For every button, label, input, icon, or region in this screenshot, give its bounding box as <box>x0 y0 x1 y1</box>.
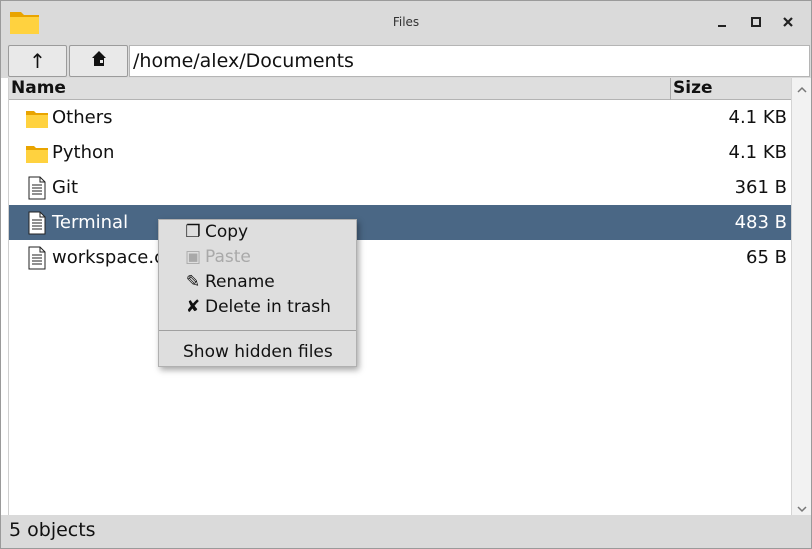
menu-item-label: Rename <box>205 272 275 292</box>
window-title: Files <box>392 15 420 29</box>
menu-item-rename[interactable]: ✎ Rename <box>159 270 356 295</box>
scroll-up-icon[interactable] <box>796 81 808 93</box>
maximize-icon[interactable] <box>747 13 765 31</box>
toolbar: ↑ <box>1 44 811 78</box>
up-button[interactable]: ↑ <box>8 45 67 77</box>
menu-item-copy[interactable]: ❐ Copy <box>159 220 356 245</box>
pencil-icon: ✎ <box>185 272 201 292</box>
list-item[interactable]: workspace.c 65 B <box>9 240 792 275</box>
menu-item-paste: ▣ Paste <box>159 245 356 270</box>
scroll-down-icon[interactable] <box>796 500 808 513</box>
file-icon <box>25 211 49 235</box>
menu-item-delete[interactable]: ✘ Delete in trash <box>159 295 356 320</box>
list-item[interactable]: Others 4.1 KB <box>9 100 792 135</box>
path-input[interactable] <box>129 45 810 77</box>
status-text: 5 objects <box>9 519 96 541</box>
folder-icon <box>25 141 49 165</box>
menu-item-label: Paste <box>205 247 251 267</box>
menu-item-label: Show hidden files <box>183 342 333 362</box>
paste-icon: ▣ <box>184 247 202 267</box>
delete-icon: ✘ <box>185 297 201 317</box>
file-list: Name Size Others 4.1 KB Python 4.1 KB Gi… <box>8 78 792 515</box>
file-name: Others <box>52 107 113 128</box>
context-menu: ❐ Copy ▣ Paste ✎ Rename ✘ Delete in tras… <box>158 219 357 367</box>
title-bar[interactable]: Files <box>1 1 811 44</box>
home-button[interactable] <box>69 45 128 77</box>
menu-item-label: Delete in trash <box>205 297 331 317</box>
file-name: Terminal <box>52 212 129 233</box>
menu-item-show-hidden-files[interactable]: Show hidden files <box>159 340 356 365</box>
status-bar: 5 objects <box>1 515 811 548</box>
menu-separator <box>159 330 356 331</box>
file-name: Git <box>52 177 79 198</box>
folder-icon <box>25 106 49 130</box>
file-icon <box>25 176 49 200</box>
minimize-icon[interactable] <box>713 13 731 31</box>
close-icon[interactable] <box>779 13 797 31</box>
list-item-selected[interactable]: Terminal 483 B <box>9 205 792 240</box>
menu-item-label: Copy <box>205 222 249 242</box>
file-name: Python <box>52 142 115 163</box>
file-size: 483 B <box>734 212 787 233</box>
vertical-scrollbar[interactable] <box>791 78 811 515</box>
column-header-size[interactable]: Size <box>671 78 792 100</box>
file-name: workspace.c <box>52 247 164 268</box>
home-icon <box>91 50 107 72</box>
file-size: 361 B <box>734 177 787 198</box>
list-item[interactable]: Git 361 B <box>9 170 792 205</box>
file-size: 4.1 KB <box>728 107 788 128</box>
file-manager-window: Files ↑ Name Size <box>0 0 812 549</box>
up-arrow-icon: ↑ <box>29 49 46 73</box>
file-icon <box>25 246 49 270</box>
column-header-name[interactable]: Name <box>9 78 671 100</box>
file-size: 65 B <box>746 247 787 268</box>
list-item[interactable]: Python 4.1 KB <box>9 135 792 170</box>
list-header: Name Size <box>9 78 792 100</box>
file-size: 4.1 KB <box>728 142 788 163</box>
copy-icon: ❐ <box>185 222 201 242</box>
